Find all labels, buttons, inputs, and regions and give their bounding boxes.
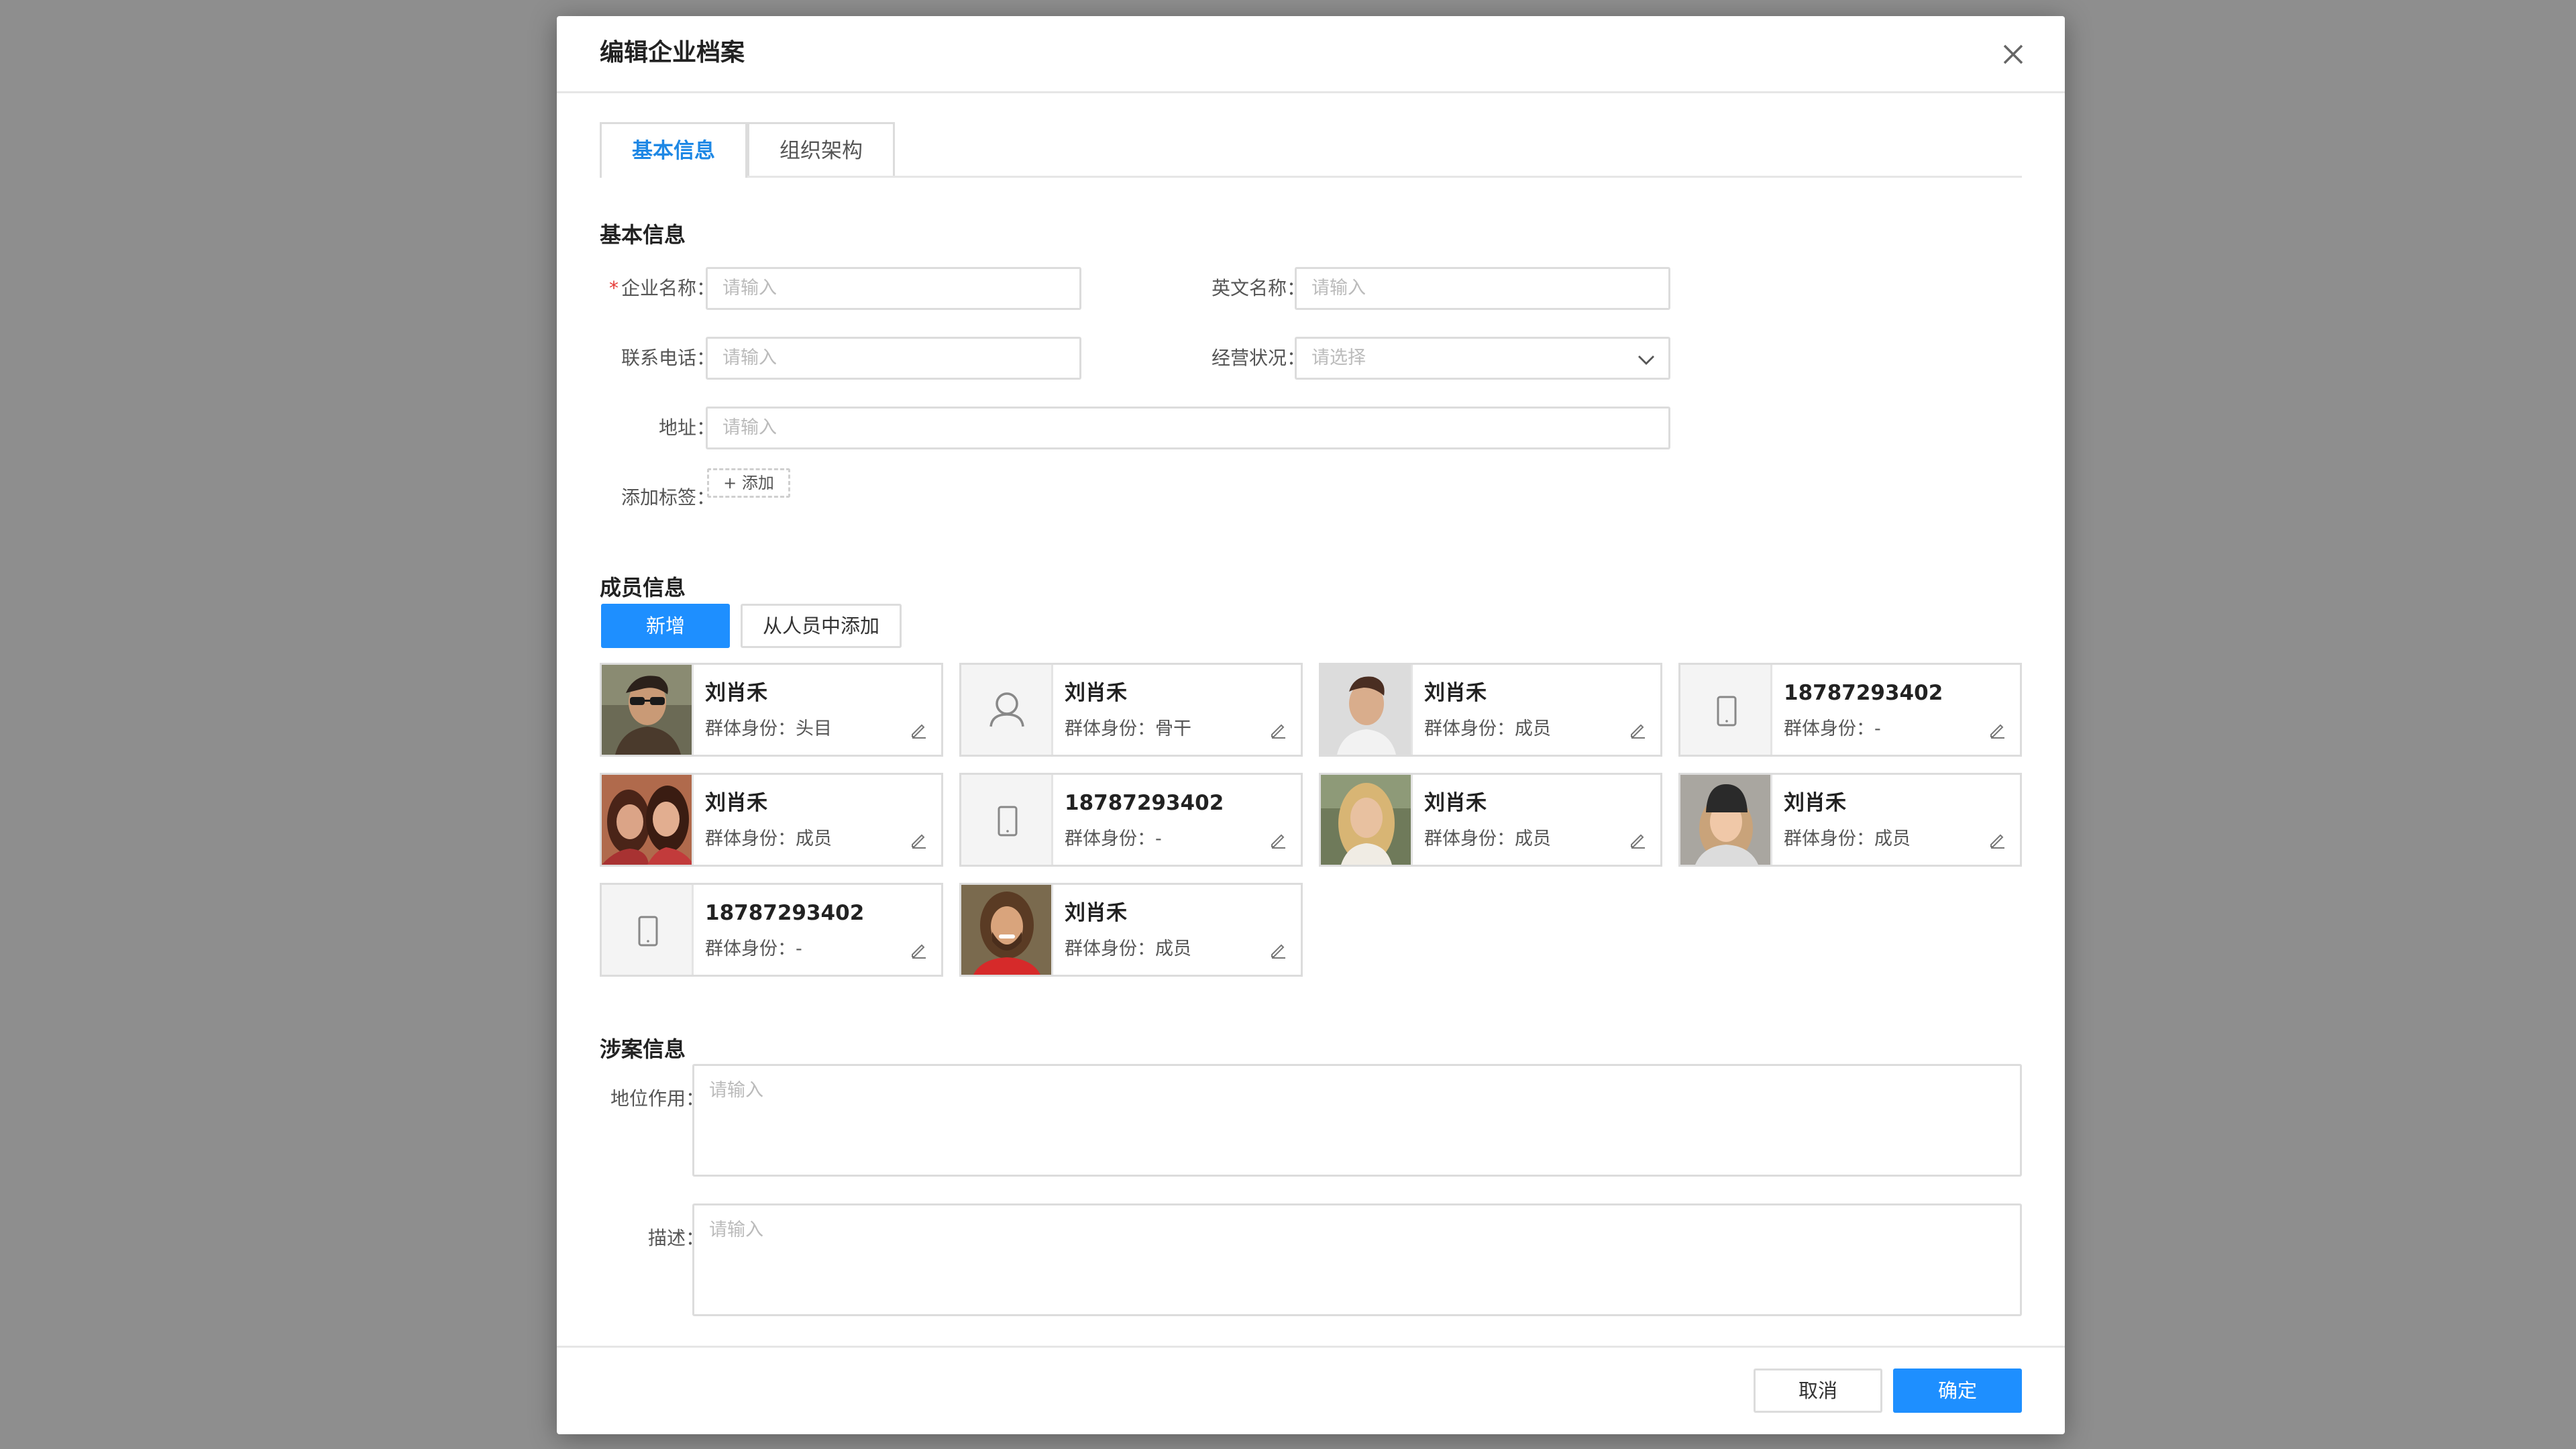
member-card: 18787293402 群体身份：- [1678, 663, 2022, 757]
add-member-button[interactable]: 新增 [601, 604, 730, 648]
member-card: 刘肖禾 群体身份：成员 [1319, 773, 1662, 867]
confirm-button[interactable]: 确定 [1893, 1368, 2022, 1413]
english-name-label: 英文名称： [1211, 277, 1305, 299]
add-tag-button[interactable]: + 添加 [707, 468, 790, 498]
address-label: 地址： [658, 417, 715, 439]
member-name: 刘肖禾 [1784, 791, 1846, 815]
member-role: 群体身份：- [705, 938, 802, 959]
edit-company-dialog: 编辑企业档案 基本信息 组织架构 基本信息 * 企业名称： 请输入 英文名称： 请… [557, 16, 2065, 1434]
edit-icon[interactable] [1988, 720, 2008, 740]
phone-icon [961, 775, 1053, 865]
edit-icon[interactable] [1988, 830, 2008, 850]
tab-org-structure[interactable]: 组织架构 [747, 122, 895, 176]
phone-icon [602, 885, 694, 975]
member-name: 刘肖禾 [1424, 791, 1487, 815]
member-name: 刘肖禾 [1065, 901, 1127, 925]
member-card: 刘肖禾 群体身份：骨干 [959, 663, 1303, 757]
member-role: 群体身份：成员 [705, 828, 832, 849]
edit-icon[interactable] [1269, 940, 1289, 960]
description-label: 描述： [647, 1227, 704, 1249]
member-role: 群体身份：成员 [1784, 828, 1911, 849]
member-avatar-photo [1321, 665, 1413, 755]
member-name: 18787293402 [705, 901, 865, 925]
member-avatar-photo [961, 885, 1053, 975]
business-status-select[interactable]: 请选择 [1295, 337, 1670, 380]
basic-info-title: 基本信息 [600, 222, 686, 248]
required-mark: * [608, 277, 619, 299]
member-avatar-photo [602, 775, 694, 865]
member-name: 18787293402 [1784, 681, 1943, 705]
dialog-title: 编辑企业档案 [600, 39, 745, 66]
user-icon [961, 665, 1053, 755]
role-textarea[interactable]: 请输入 [692, 1064, 2022, 1177]
add-tag-label: 添加标签： [621, 486, 715, 508]
edit-icon[interactable] [909, 720, 929, 740]
member-role: 群体身份：头目 [705, 718, 832, 739]
member-name: 刘肖禾 [705, 681, 767, 705]
member-card: 18787293402 群体身份：- [959, 773, 1303, 867]
member-name: 刘肖禾 [705, 791, 767, 815]
member-role: 群体身份：- [1784, 718, 1881, 739]
member-name: 刘肖禾 [1424, 681, 1487, 705]
member-card: 刘肖禾 群体身份：成员 [1678, 773, 2022, 867]
member-card: 刘肖禾 群体身份：成员 [959, 883, 1303, 977]
member-role: 群体身份：成员 [1424, 718, 1551, 739]
english-name-input[interactable]: 请输入 [1295, 267, 1670, 310]
member-card: 刘肖禾 群体身份：头目 [600, 663, 943, 757]
member-role: 群体身份：成员 [1424, 828, 1551, 849]
case-info-title: 涉案信息 [600, 1036, 686, 1062]
edit-icon[interactable] [1628, 830, 1648, 850]
edit-icon[interactable] [909, 940, 929, 960]
business-status-placeholder: 请选择 [1311, 347, 1366, 368]
member-name: 刘肖禾 [1065, 681, 1127, 705]
member-role: 群体身份：成员 [1065, 938, 1191, 959]
member-card: 18787293402 群体身份：- [600, 883, 943, 977]
company-name-label: * 企业名称： [608, 277, 715, 299]
member-avatar-photo [1321, 775, 1413, 865]
company-name-input[interactable]: 请输入 [706, 267, 1081, 310]
edit-icon[interactable] [1628, 720, 1648, 740]
footer-divider [557, 1346, 2065, 1348]
cancel-button[interactable]: 取消 [1754, 1368, 1882, 1413]
member-avatar-photo [1680, 775, 1772, 865]
edit-icon[interactable] [1269, 830, 1289, 850]
phone-input[interactable]: 请输入 [706, 337, 1081, 380]
member-card: 刘肖禾 群体身份：成员 [600, 773, 943, 867]
add-from-staff-button[interactable]: 从人员中添加 [741, 604, 902, 648]
business-status-label: 经营状况： [1211, 347, 1305, 369]
member-info-title: 成员信息 [600, 575, 686, 600]
member-avatar-photo [602, 665, 694, 755]
member-name: 18787293402 [1065, 791, 1224, 815]
member-card: 刘肖禾 群体身份：成员 [1319, 663, 1662, 757]
address-input[interactable]: 请输入 [706, 407, 1670, 449]
member-role: 群体身份：- [1065, 828, 1162, 849]
role-label: 地位作用： [610, 1087, 704, 1110]
chevron-down-icon [1638, 356, 1654, 365]
tab-bar: 基本信息 组织架构 [600, 122, 2022, 178]
close-icon[interactable] [1998, 39, 2029, 70]
edit-icon[interactable] [909, 830, 929, 850]
member-role: 群体身份：骨干 [1065, 718, 1191, 739]
phone-icon [1680, 665, 1772, 755]
dialog-header: 编辑企业档案 [557, 16, 2065, 93]
tab-basic-info[interactable]: 基本信息 [600, 122, 747, 178]
edit-icon[interactable] [1269, 720, 1289, 740]
description-textarea[interactable]: 请输入 [692, 1203, 2022, 1316]
phone-label: 联系电话： [621, 347, 715, 369]
